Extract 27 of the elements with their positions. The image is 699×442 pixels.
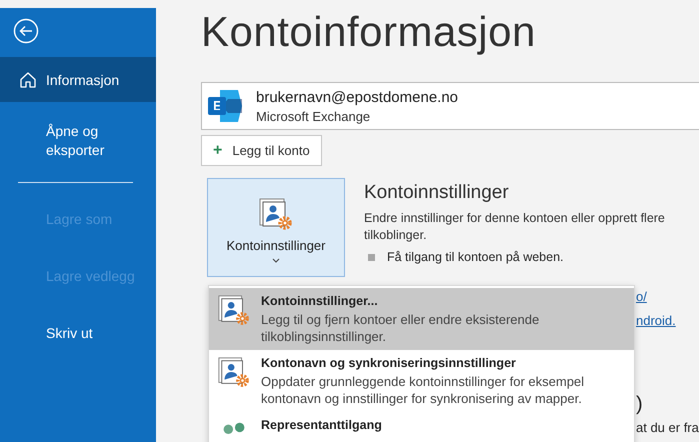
description-text: at du er fra <box>636 420 699 435</box>
link[interactable]: o/ <box>636 288 647 312</box>
account-email: brukernavn@epostdomene.no <box>256 88 458 106</box>
sidebar-item[interactable]: Skriv ut <box>0 311 156 356</box>
menu-item[interactable]: Kontoinnstillinger... Legg til og fjern kontoer eller endre eksisterende tilkoblingsinnstillinger. <box>209 288 634 350</box>
account-settings-button[interactable]: Kontoinnstillinger <box>207 178 345 277</box>
section-description: Endre innstillinger for denne kontoen eller opprett flere tilkoblinger. <box>364 210 666 244</box>
bullet-icon <box>368 254 375 260</box>
chevron-down-icon <box>272 258 280 263</box>
add-account-button[interactable]: + Legg til konto <box>201 135 322 166</box>
exchange-logo-icon <box>206 87 244 125</box>
account-settings-icon <box>217 356 251 390</box>
sidebar-item[interactable]: Informasjon <box>0 57 156 102</box>
menu-item[interactable]: Representanttilgang <box>209 412 634 442</box>
plus-icon: + <box>213 142 222 160</box>
home-icon <box>19 70 37 88</box>
section-heading: ) <box>636 393 643 416</box>
section-heading: Kontoinnstillinger <box>364 182 510 204</box>
bullet-text: Få tilgang til kontoen på weben. <box>387 250 564 264</box>
link[interactable]: ndroid. <box>636 312 676 336</box>
sidebar-item[interactable]: Åpne og eksporter <box>0 114 156 168</box>
account-card[interactable]: brukernavn@epostdomene.no Microsoft Exchange <box>201 82 699 130</box>
page-title: Kontoinformasjon <box>201 8 537 57</box>
account-settings-icon <box>217 294 251 328</box>
add-account-label: Legg til konto <box>232 143 310 158</box>
menu-item[interactable]: Kontonavn og synkroniseringsinnstillinger Oppdater grunnleggende kontoinnstillinger for eksempel kontonavn og innstillinger for synkronisering av mapper. <box>209 350 634 412</box>
account-type: Microsoft Exchange <box>256 108 372 124</box>
